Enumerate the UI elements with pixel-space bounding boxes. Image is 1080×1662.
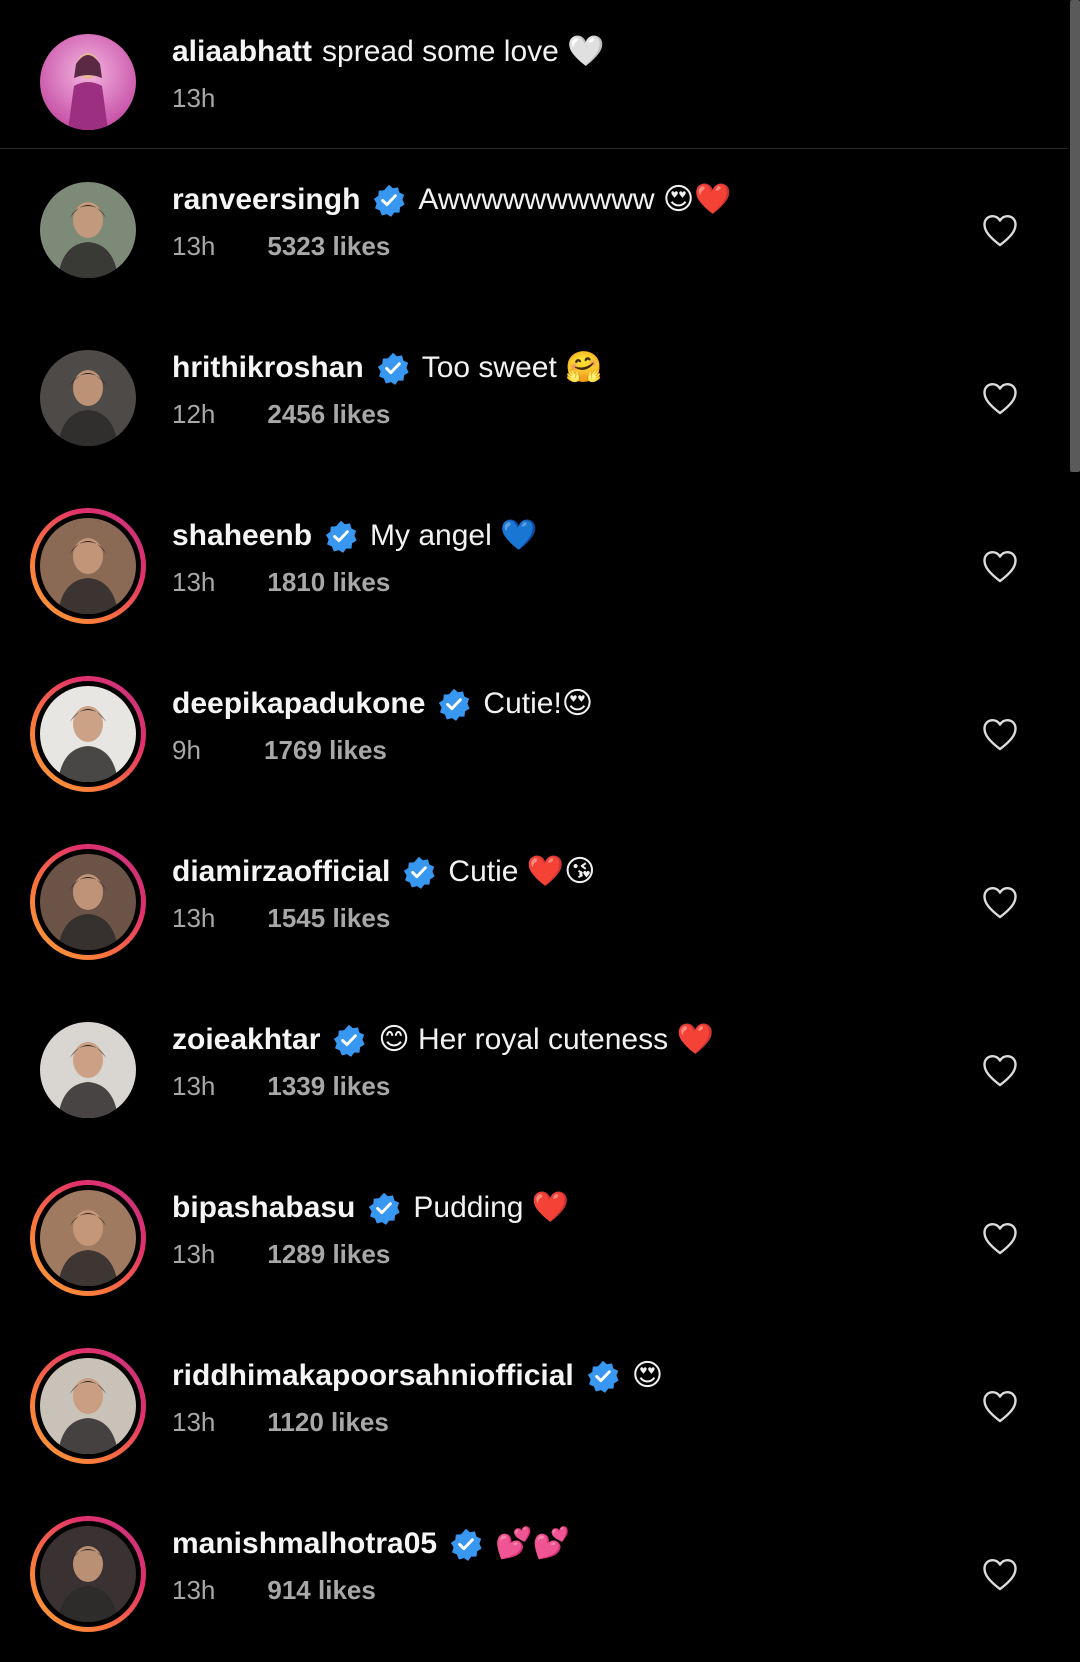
comment-row: bipashabasu Pudding ❤️ 13h 1289 likes (0, 1156, 1068, 1324)
comment-username[interactable]: shaheenb (172, 516, 312, 556)
verified-badge-icon (376, 351, 410, 385)
verified-badge-icon (324, 519, 358, 553)
comment-time: 13h (172, 567, 216, 597)
caption-text: spread some love 🤍 (322, 35, 605, 68)
comment-time: 9h (172, 735, 201, 765)
commenter-avatar[interactable] (30, 1516, 146, 1632)
comment-text: Awwwwwwwwww 😍❤️ (418, 183, 732, 216)
comment-time: 13h (172, 1407, 216, 1437)
caption-avatar[interactable] (40, 34, 136, 130)
verified-badge-icon (586, 1359, 620, 1393)
comment-username[interactable]: diamirzaofficial (172, 852, 390, 892)
comment-time: 13h (172, 1239, 216, 1269)
comment-likes-count[interactable]: 1545 likes (267, 902, 390, 934)
comment-row: deepikapadukone Cutie!😍 9h 1769 likes (0, 652, 1068, 820)
comment-row: hrithikroshan Too sweet 🤗 12h 2456 likes (0, 316, 1068, 484)
comment-row: zoieakhtar 😊 Her royal cuteness ❤️ 13h 1339… (0, 988, 1068, 1156)
commenter-avatar[interactable] (40, 1022, 136, 1118)
comment-row: ranveersingh Awwwwwwwwww 😍❤️ 13h 5323 likes (0, 148, 1068, 316)
scrollbar[interactable] (1070, 0, 1080, 472)
commenter-avatar[interactable] (30, 1348, 146, 1464)
comment-likes-count[interactable]: 1339 likes (267, 1070, 390, 1102)
comment-time: 13h (172, 231, 216, 261)
comment-username[interactable]: deepikapadukone (172, 684, 425, 724)
verified-badge-icon (372, 183, 406, 217)
verified-badge-icon (402, 855, 436, 889)
commenter-avatar[interactable] (30, 844, 146, 960)
caption-username[interactable]: aliaabhatt (172, 32, 312, 72)
comment-likes-count[interactable]: 1120 likes (267, 1406, 388, 1438)
heart-outline-icon[interactable] (982, 1558, 1018, 1592)
heart-outline-icon[interactable] (982, 1390, 1018, 1424)
commenter-avatar[interactable] (30, 676, 146, 792)
verified-badge-icon (332, 1023, 366, 1057)
comment-time: 13h (172, 1071, 216, 1101)
commenter-avatar[interactable] (30, 1180, 146, 1296)
verified-badge-icon (437, 687, 471, 721)
comment-likes-count[interactable]: 5323 likes (267, 230, 390, 262)
heart-outline-icon[interactable] (982, 1054, 1018, 1088)
commenter-avatar[interactable] (30, 508, 146, 624)
comment-row: diamirzaofficial Cutie ❤️😘 13h 1545 likes (0, 820, 1068, 988)
comment-likes-count[interactable]: 1810 likes (267, 566, 390, 598)
comment-username[interactable]: manishmalhotra05 (172, 1524, 437, 1564)
comment-username[interactable]: bipashabasu (172, 1188, 355, 1228)
commenter-avatar[interactable] (40, 350, 136, 446)
heart-outline-icon[interactable] (982, 886, 1018, 920)
heart-outline-icon[interactable] (982, 382, 1018, 416)
comment-likes-count[interactable]: 2456 likes (267, 398, 390, 430)
comment-text: Cutie ❤️😘 (448, 855, 596, 888)
comment-username[interactable]: zoieakhtar (172, 1020, 320, 1060)
comment-likes-count[interactable]: 1289 likes (267, 1238, 390, 1270)
comment-time: 12h (172, 399, 216, 429)
comment-likes-count[interactable]: 1769 likes (264, 734, 387, 766)
comment-text: Too sweet 🤗 (421, 351, 603, 384)
comment-username[interactable]: riddhimakapoorsahniofficial (172, 1356, 574, 1396)
comment-text: 😊 Her royal cuteness ❤️ (378, 1023, 714, 1056)
comment-row: manishmalhotra05 💕💕 13h 914 likes (0, 1492, 1068, 1660)
comment-row: riddhimakapoorsahniofficial 😍 13h 1120 like… (0, 1324, 1068, 1492)
comment-text: My angel 💙 (370, 519, 538, 552)
comment-text: Pudding ❤️ (413, 1191, 570, 1224)
verified-badge-icon (367, 1191, 401, 1225)
heart-outline-icon[interactable] (982, 718, 1018, 752)
commenter-avatar[interactable] (40, 182, 136, 278)
comment-likes-count[interactable]: 914 likes (267, 1574, 375, 1606)
heart-outline-icon[interactable] (982, 550, 1018, 584)
comment-time: 13h (172, 1575, 216, 1605)
comment-username[interactable]: ranveersingh (172, 180, 360, 220)
post-caption: aliaabhatt spread some love 🤍 13h (0, 0, 1068, 149)
heart-outline-icon[interactable] (982, 1222, 1018, 1256)
comment-row: shaheenb My angel 💙 13h 1810 likes (0, 484, 1068, 652)
heart-outline-icon[interactable] (982, 214, 1018, 248)
comment-text: 💕💕 (495, 1527, 570, 1560)
caption-time: 13h (172, 83, 216, 113)
comment-text: Cutie!😍 (483, 687, 594, 720)
verified-badge-icon (449, 1527, 483, 1561)
comment-time: 13h (172, 903, 216, 933)
comment-text: 😍 (631, 1359, 664, 1392)
comment-username[interactable]: hrithikroshan (172, 348, 364, 388)
